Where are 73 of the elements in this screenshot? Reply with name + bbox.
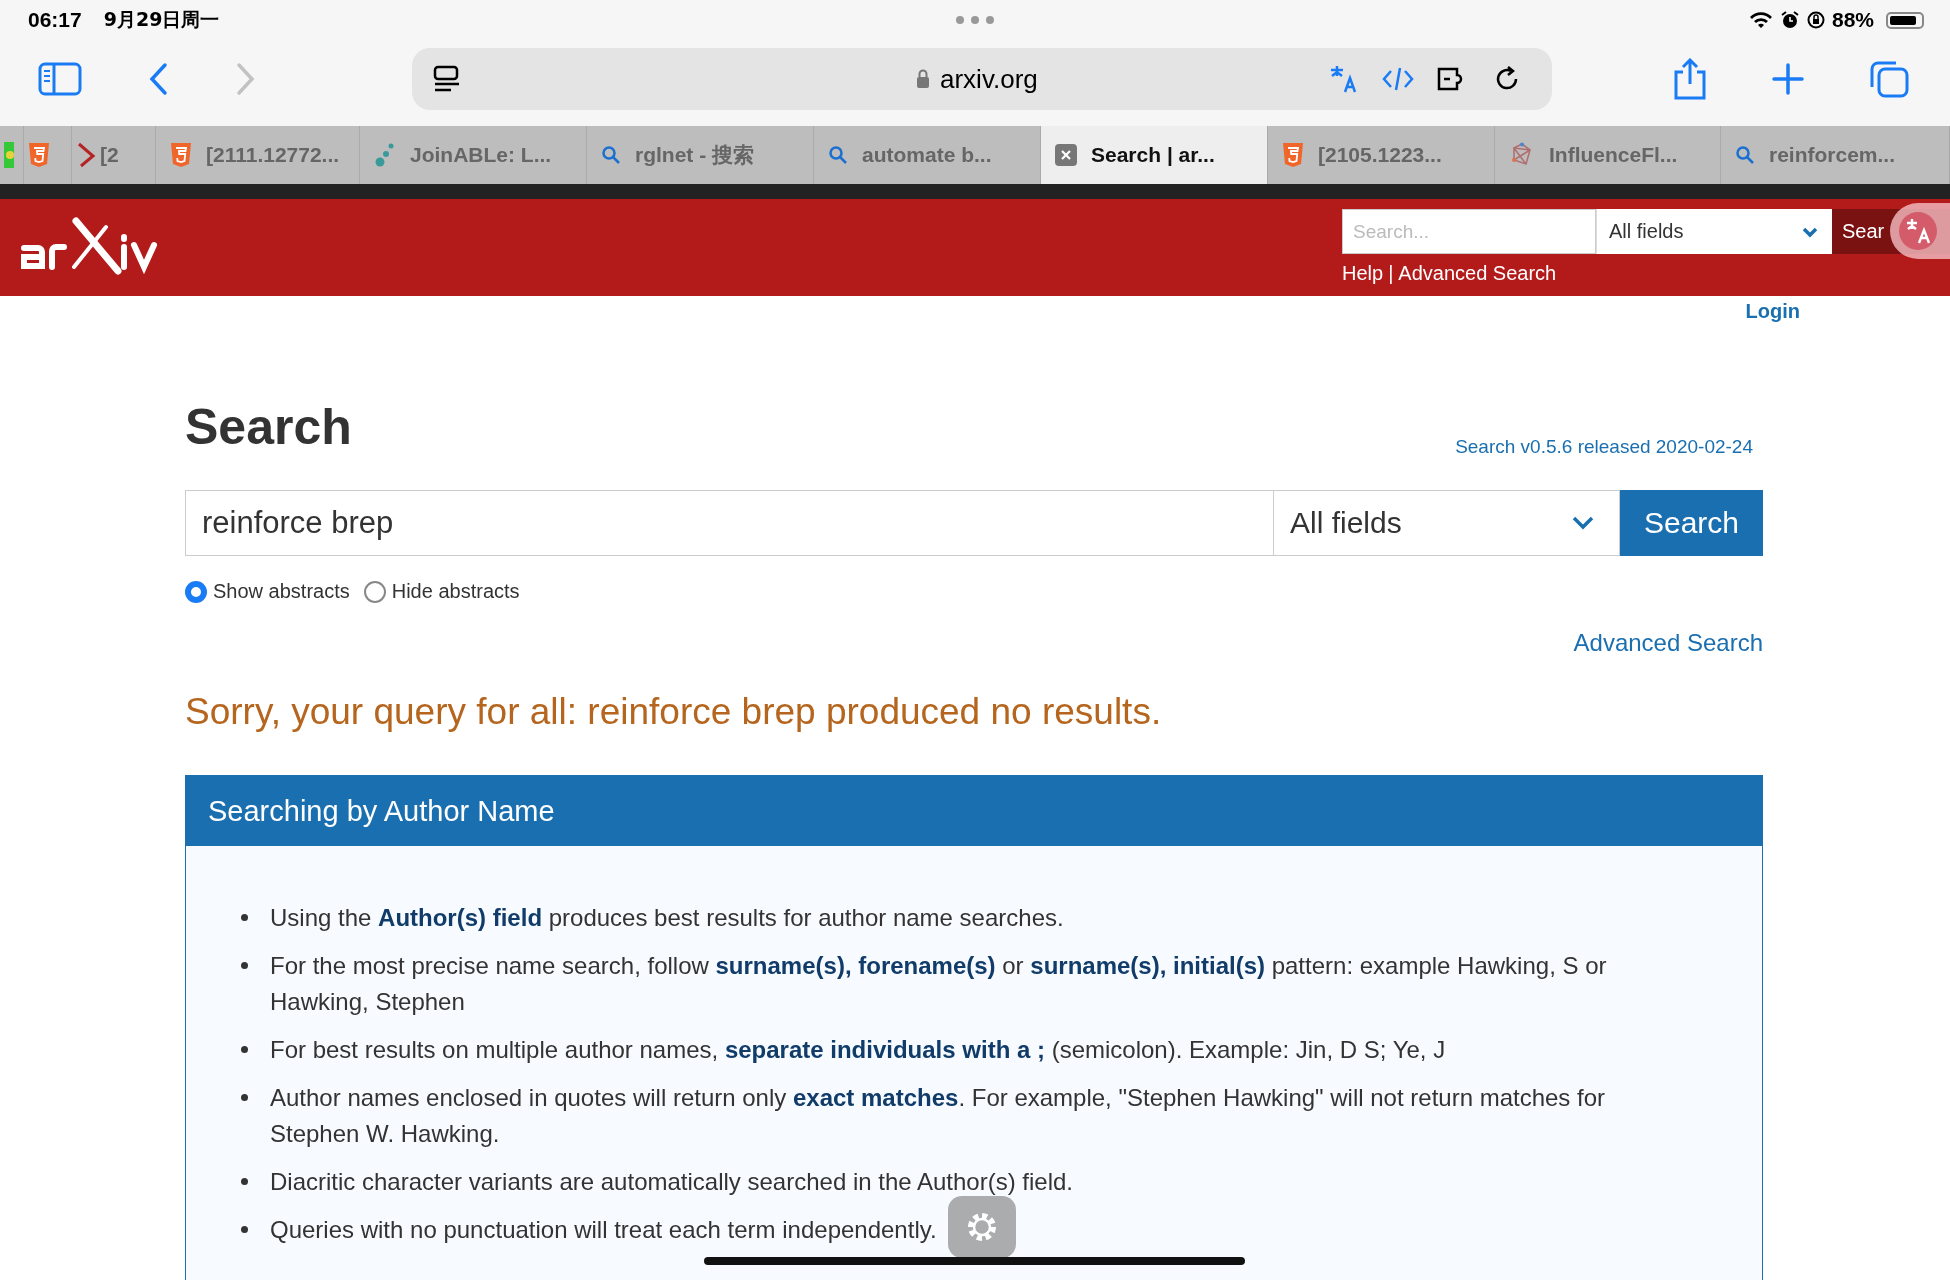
- html-icon: [28, 142, 50, 168]
- share-icon[interactable]: [1672, 58, 1708, 100]
- radio-circle[interactable]: [185, 580, 207, 603]
- field-dropdown[interactable]: All fields: [1274, 490, 1620, 556]
- back-icon[interactable]: [148, 62, 168, 96]
- advanced-search-link[interactable]: Advanced Search: [1573, 629, 1763, 657]
- help-link[interactable]: Help: [1342, 262, 1384, 285]
- tab-title: [2105.1223...: [1318, 143, 1442, 167]
- tab-title: InfluenceFl...: [1549, 143, 1678, 167]
- chevron-icon: [1802, 225, 1818, 238]
- bullet-dot: [241, 1094, 248, 1101]
- panel-title: Searching by Author Name: [186, 776, 1762, 846]
- version-link[interactable]: Search v0.5.6 released 2020-02-24: [1455, 436, 1753, 458]
- tab-title: [2: [100, 143, 119, 167]
- tab-title: automate b...: [862, 143, 992, 167]
- login-link[interactable]: Login: [1745, 300, 1800, 336]
- search-icon: [828, 145, 848, 165]
- query-field[interactable]: reinforce brep: [185, 490, 1274, 556]
- bullet-dot: [241, 1178, 248, 1185]
- address-text: arxiv.org: [940, 63, 1038, 95]
- html-icon: [1282, 142, 1304, 168]
- bullet-dot: [241, 962, 248, 969]
- translate-button[interactable]: [1890, 203, 1950, 259]
- status-date: 9月29日周一: [103, 7, 220, 32]
- battery-icon: [1886, 11, 1924, 29]
- bullet-dot: [241, 1046, 248, 1053]
- chevron-icon: [1571, 515, 1595, 531]
- more-icon[interactable]: [955, 15, 995, 25]
- radio-circle[interactable]: [363, 580, 386, 603]
- bullet-text: Diacritic character variants are automatically searched in the Author(s) field.: [270, 1167, 1073, 1197]
- favicon-icon: [4, 142, 14, 168]
- cross-icon: [76, 142, 96, 168]
- browser-tab[interactable]: Search | ar...: [1041, 126, 1268, 184]
- field-dropdown[interactable]: All fields: [1596, 209, 1832, 254]
- close-icon[interactable]: [1055, 144, 1077, 166]
- translate-icon: [1898, 211, 1938, 251]
- plus-icon[interactable]: [1772, 63, 1804, 95]
- bullet-text: For the most precise name search, follow surname(s), forename(s) or surname(s), initial(s) pattern: example Hawking, S or Hawking, Stephen: [270, 951, 1608, 1017]
- radio-label: Show abstracts: [213, 580, 350, 603]
- tabs-icon[interactable]: [1868, 59, 1910, 99]
- search-button[interactable]: Search: [1620, 490, 1763, 556]
- bullet-text: For best results on multiple author names, separate individuals with a ; (semicolon). Example: Jin, D S; Ye, J: [270, 1035, 1446, 1065]
- search-icon: [1735, 145, 1755, 165]
- bullet-text: Using the Author(s) field produces best results for author name searches.: [270, 903, 1064, 933]
- link-separator: |: [1388, 262, 1394, 285]
- tab-title: rglnet - 搜索: [635, 142, 754, 168]
- address-bar[interactable]: arxiv.org: [412, 48, 1552, 110]
- search-icon: [601, 145, 621, 165]
- abstracts-radio[interactable]: Hide abstracts: [363, 580, 520, 603]
- tab-title: reinforcem...: [1769, 143, 1896, 167]
- bullet-dot: [241, 914, 248, 921]
- lock-rotation-icon: [1805, 10, 1826, 30]
- settings-button[interactable]: [948, 1196, 1016, 1258]
- bullet-text: Queries with no punctuation will treat each term independently.: [270, 1215, 937, 1245]
- html-icon: [170, 142, 192, 168]
- radio-label: Hide abstracts: [391, 580, 520, 603]
- reader-icon[interactable]: [432, 64, 462, 94]
- tab-title: [2111.12772...: [206, 143, 340, 167]
- dots-icon: [374, 142, 396, 168]
- advanced-search-link[interactable]: Advanced Search: [1398, 262, 1557, 285]
- bullet-text: Author names enclosed in quotes will return only exact matches. For example, "Stephen Hawking" will not return matches for Stephen W. Hawking.: [270, 1083, 1607, 1149]
- header-search-field[interactable]: Search...: [1342, 209, 1596, 254]
- alarm-icon: [1779, 10, 1800, 30]
- abstracts-radio[interactable]: Show abstracts: [185, 580, 350, 603]
- battery-percent: 88%: [1831, 8, 1874, 32]
- page-title: Search: [185, 402, 352, 452]
- lock-icon: [916, 69, 930, 89]
- status-time: 06:17: [28, 8, 82, 32]
- tab-title: Search | ar...: [1091, 143, 1215, 167]
- no-results-message: Sorry, your query for all: reinforce brep produced no results.: [185, 691, 1163, 733]
- tab-title: JoinABLe: L...: [410, 143, 552, 167]
- sidebar-icon[interactable]: [38, 62, 82, 96]
- bullet-dot: [241, 1226, 248, 1233]
